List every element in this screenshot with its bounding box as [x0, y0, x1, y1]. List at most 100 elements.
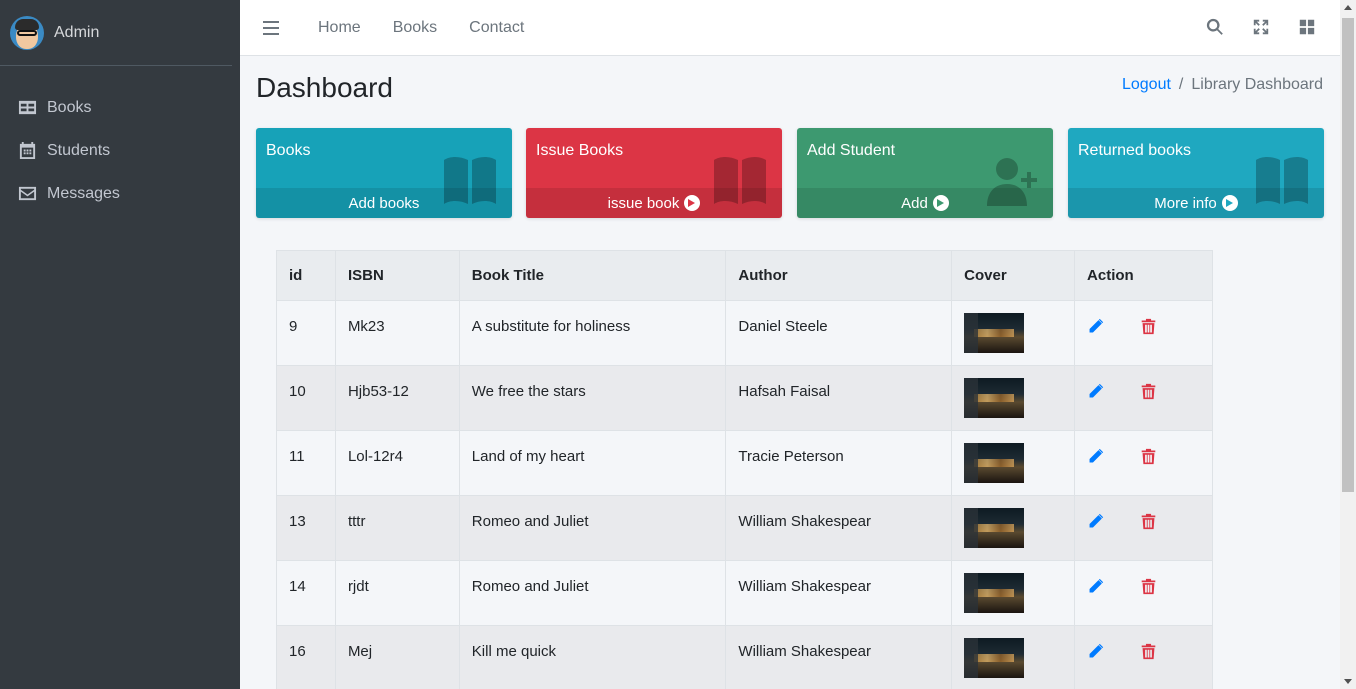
cell-author: Daniel Steele [725, 300, 953, 366]
column-header[interactable]: ISBN [334, 250, 460, 301]
cell-actions [1074, 300, 1213, 366]
cell-actions [1074, 365, 1213, 431]
cell-id: 14 [276, 560, 336, 626]
sidebar-item-messages[interactable]: Messages [0, 172, 240, 215]
table-row[interactable]: 14 rjdt Romeo and Juliet William Shakespear [276, 560, 1213, 626]
envelope-icon [18, 186, 37, 201]
menu-toggle-icon[interactable] [263, 20, 279, 35]
trash-icon[interactable] [1140, 318, 1157, 335]
table-row[interactable]: 16 Mej Kill me quick William Shakespear [276, 625, 1213, 689]
cell-id: 16 [276, 625, 336, 689]
trash-icon[interactable] [1140, 578, 1157, 595]
cell-title: Romeo and Juliet [458, 560, 727, 626]
delete-button[interactable] [1140, 643, 1157, 664]
grid-apps-icon[interactable] [1298, 18, 1316, 36]
table-header-row: id ISBN Book Title Author Cover Action [276, 250, 1213, 301]
table-row[interactable]: 13 tttr Romeo and Juliet William Shakespear [276, 495, 1213, 561]
nav-link-home[interactable]: Home [318, 19, 361, 37]
nav-link-contact[interactable]: Contact [469, 19, 524, 37]
cell-actions [1074, 560, 1213, 626]
scroll-thumb[interactable] [1342, 18, 1354, 492]
cell-title: We free the stars [458, 365, 727, 431]
book-cover-image [964, 573, 1025, 613]
trash-icon[interactable] [1140, 383, 1157, 400]
add-books-link[interactable]: Add books [256, 188, 512, 218]
delete-button[interactable] [1140, 513, 1157, 534]
logout-link[interactable]: Logout [1122, 76, 1171, 93]
add-student-link[interactable]: Add [797, 188, 1053, 218]
sidebar-item-books[interactable]: Books [0, 86, 240, 129]
cell-isbn: Lol-12r4 [334, 430, 460, 496]
cell-cover [951, 430, 1076, 496]
delete-button[interactable] [1140, 448, 1157, 469]
fullscreen-icon[interactable] [1252, 18, 1270, 36]
delete-button[interactable] [1140, 383, 1157, 404]
trash-icon[interactable] [1140, 643, 1157, 660]
scroll-down-icon[interactable] [1344, 679, 1352, 684]
table-row[interactable]: 11 Lol-12r4 Land of my heart Tracie Peterso… [276, 430, 1213, 496]
column-header[interactable]: Author [725, 250, 953, 301]
cell-cover [951, 300, 1076, 366]
table-row[interactable]: 10 Hjb53-12 We free the stars Hafsah Faisal [276, 365, 1213, 431]
edit-button[interactable] [1087, 383, 1104, 404]
edit-button[interactable] [1087, 513, 1104, 534]
table-icon [18, 100, 37, 115]
table-row[interactable]: 9 Mk23 A substitute for holiness Daniel Ste… [276, 300, 1213, 366]
search-icon[interactable] [1206, 18, 1224, 36]
cell-id: 10 [276, 365, 336, 431]
arrow-circle-right-icon [1221, 195, 1238, 211]
user-name[interactable]: Admin [54, 24, 99, 42]
cell-id: 9 [276, 300, 336, 366]
cell-author: Tracie Peterson [725, 430, 953, 496]
sidebar-nav: Books Students Messages [0, 86, 240, 215]
box-footer-label: More info [1154, 194, 1217, 212]
table-body: 9 Mk23 A substitute for holiness Daniel Ste… [276, 300, 1213, 689]
breadcrumb-current: Library Dashboard [1191, 76, 1323, 93]
page-title: Dashboard [256, 72, 393, 103]
scroll-up-icon[interactable] [1344, 5, 1352, 10]
add-student-box: Add Student Add [797, 128, 1053, 218]
trash-icon[interactable] [1140, 448, 1157, 465]
cell-cover [951, 365, 1076, 431]
cell-actions [1074, 430, 1213, 496]
edit-icon[interactable] [1087, 318, 1104, 335]
box-footer-label: issue book [607, 194, 680, 212]
trash-icon[interactable] [1140, 513, 1157, 530]
column-header[interactable]: id [276, 250, 336, 301]
sidebar-item-label: Students [47, 141, 111, 159]
edit-icon[interactable] [1087, 448, 1104, 465]
edit-icon[interactable] [1087, 513, 1104, 530]
edit-button[interactable] [1087, 578, 1104, 599]
column-header[interactable]: Cover [951, 250, 1076, 301]
cell-actions [1074, 495, 1213, 561]
cell-author: Hafsah Faisal [725, 365, 953, 431]
navbar-right [1206, 18, 1316, 36]
edit-icon[interactable] [1087, 643, 1104, 660]
cell-actions [1074, 625, 1213, 689]
cell-cover [951, 560, 1076, 626]
sidebar: Admin Books Students Messages [0, 0, 240, 689]
cell-author: William Shakespear [725, 560, 953, 626]
book-cover-image [964, 508, 1025, 548]
column-header[interactable]: Action [1074, 250, 1213, 301]
more-info-link[interactable]: More info [1068, 188, 1324, 218]
delete-button[interactable] [1140, 578, 1157, 599]
edit-button[interactable] [1087, 448, 1104, 469]
box-title: Add Student [807, 142, 896, 159]
user-panel[interactable]: Admin [0, 0, 232, 66]
column-header[interactable]: Book Title [458, 250, 727, 301]
edit-icon[interactable] [1087, 383, 1104, 400]
sidebar-item-students[interactable]: Students [0, 129, 240, 172]
book-cover-image [964, 638, 1025, 678]
cell-isbn: Mej [334, 625, 460, 689]
page-scrollbar[interactable] [1340, 0, 1356, 689]
cell-isbn: tttr [334, 495, 460, 561]
issue-book-link[interactable]: issue book [526, 188, 782, 218]
nav-link-books[interactable]: Books [393, 19, 437, 37]
arrow-circle-right-icon [932, 195, 949, 211]
edit-button[interactable] [1087, 643, 1104, 664]
delete-button[interactable] [1140, 318, 1157, 339]
edit-icon[interactable] [1087, 578, 1104, 595]
box-footer-label: Add books [348, 194, 420, 212]
edit-button[interactable] [1087, 318, 1104, 339]
